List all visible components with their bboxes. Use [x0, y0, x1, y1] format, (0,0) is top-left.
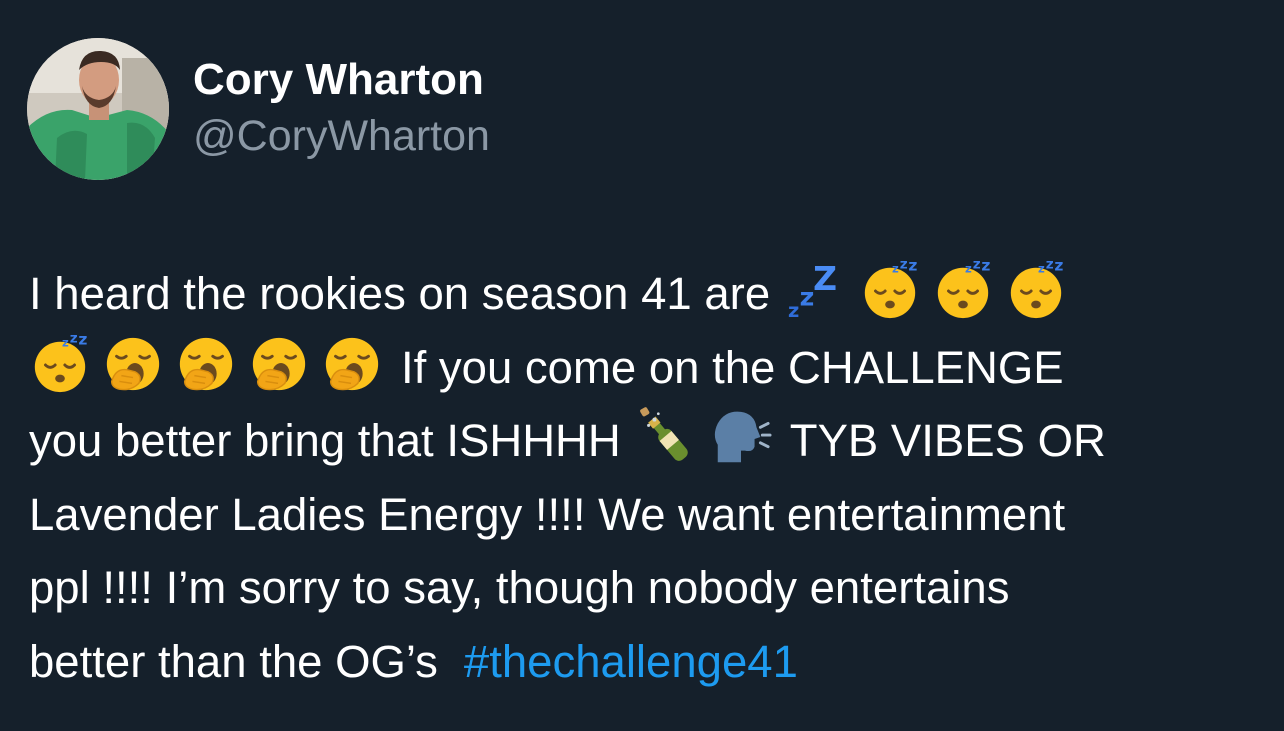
svg-text:z: z — [788, 299, 799, 321]
tweet-card: Cory Wharton @CoryWharton I heard the ro… — [0, 0, 1284, 731]
tweet-line: Lavender Ladies Energy !!!! We want ente… — [29, 478, 1269, 552]
tweet-text-segment: TYB VIBES OR — [789, 415, 1106, 466]
svg-text:z: z — [892, 262, 899, 276]
speaking-head-icon — [710, 406, 772, 468]
tweet-line: ppl !!!! I’m sorry to say, though nobody… — [29, 551, 1269, 625]
yawning-face-icon — [175, 333, 237, 395]
tweet-text: I heard the rookies on season 41 are z z Zz… — [29, 257, 1269, 698]
hashtag-link[interactable]: #thechallenge41 — [464, 636, 798, 687]
bottle-popping-cork-icon — [637, 406, 699, 468]
svg-text:z: z — [1038, 262, 1045, 276]
tweet-line: z z z If you come on the CHALLENGE — [29, 331, 1269, 405]
svg-text:z: z — [78, 333, 87, 349]
tweet-text-segment: better than the OG’s — [29, 635, 438, 687]
tweet-line: you better bring that ISHHHH TYB VIBES OR — [29, 404, 1269, 478]
tweet-text-segment: Lavender Ladies Energy !!!! We want ente… — [29, 488, 1066, 540]
avatar[interactable] — [27, 38, 169, 180]
svg-text:z: z — [965, 262, 972, 276]
sleeping-face-icon: zzz — [29, 333, 91, 395]
sleeping-face-icon: zzz — [932, 259, 994, 321]
svg-text:Z: Z — [813, 259, 837, 298]
tweet-line: better than the OG’s #thechallenge41 — [29, 625, 1269, 699]
author-handle[interactable]: @CoryWharton — [193, 108, 490, 164]
tweet-text-segment: you better bring that ISHHHH — [29, 415, 621, 466]
yawning-face-icon — [248, 333, 310, 395]
svg-text:z: z — [70, 333, 78, 347]
svg-text:z: z — [973, 259, 981, 273]
svg-text:z: z — [982, 259, 991, 275]
author-display-name[interactable]: Cory Wharton — [193, 52, 490, 108]
svg-text:z: z — [1055, 259, 1064, 275]
yawning-face-icon — [102, 333, 164, 395]
svg-text:z: z — [900, 259, 908, 273]
svg-text:z: z — [909, 259, 918, 275]
tweet-text-segment: I heard the rookies on season 41 are — [29, 268, 771, 319]
tweet-text-segment: ppl !!!! I’m sorry to say, though nobody… — [29, 562, 1010, 613]
zzz-icon: zzZ — [786, 259, 848, 321]
yawning-face-icon — [321, 333, 383, 395]
sleeping-face-icon: zzz — [1005, 259, 1067, 321]
tweet-line: I heard the rookies on season 41 are z z Zz… — [29, 257, 1269, 331]
svg-text:z: z — [62, 335, 69, 349]
svg-text:z: z — [1046, 259, 1054, 273]
tweet-text-segment: If you come on the CHALLENGE — [401, 341, 1064, 393]
tweet-author: Cory Wharton @CoryWharton — [193, 52, 490, 164]
svg-text:z: z — [800, 283, 815, 312]
sleeping-face-icon: zzz — [859, 259, 921, 321]
